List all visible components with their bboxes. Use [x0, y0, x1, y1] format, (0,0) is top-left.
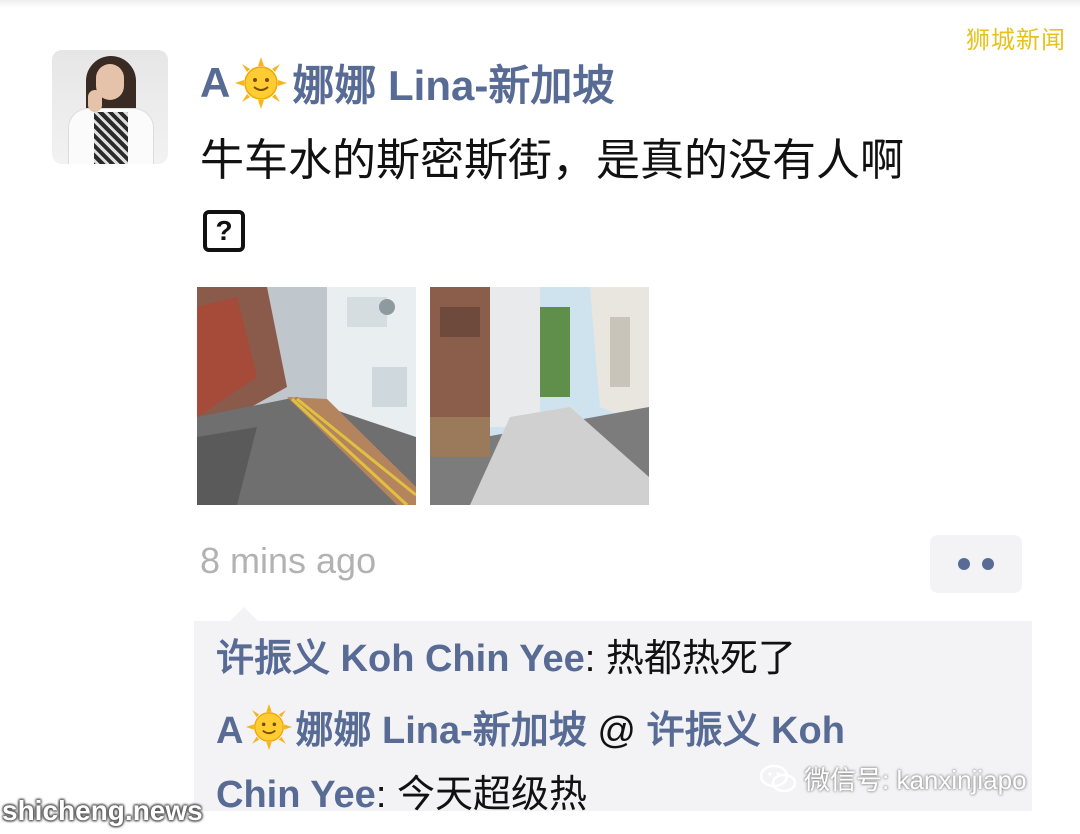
comment-separator: :	[584, 638, 606, 680]
comment-author-link[interactable]: 许振义 Koh Chin Yee	[216, 638, 585, 680]
comment-author-prefix: A	[216, 710, 244, 752]
avatar-hand	[88, 90, 102, 112]
comment-item[interactable]: 许振义 Koh Chin Yee: 热都热死了	[216, 627, 1016, 691]
watermark-wechat: 微信号: kanxinjiapo	[760, 760, 1027, 797]
street-photo-1-image	[197, 287, 416, 505]
author-name-prefix: A	[200, 58, 231, 106]
comment-author-link[interactable]: A 娜娜 Lina-新加坡	[216, 703, 587, 752]
avatar-dress	[94, 112, 128, 164]
wechat-icon	[760, 764, 796, 792]
post-content: 牛车水的斯密斯街，是真的没有人啊	[200, 136, 904, 185]
top-divider	[0, 0, 1080, 8]
author-name-suffix: 娜娜 Lina-新加坡	[292, 62, 615, 109]
post-timestamp: 8 mins ago	[200, 540, 377, 581]
street-photo-2-image	[430, 287, 649, 505]
reply-marker: @	[586, 710, 647, 752]
author-avatar[interactable]	[52, 50, 168, 164]
more-dots-icon	[958, 558, 970, 570]
wechat-id-text: 微信号: kanxinjiapo	[804, 765, 1027, 795]
post-photo-2[interactable]	[430, 287, 649, 505]
comment-text: 今天超级热	[396, 774, 587, 816]
post-photo-1[interactable]	[197, 287, 416, 505]
sun-emoji-icon	[246, 703, 293, 751]
reply-to-link[interactable]: 许振义 Koh	[646, 710, 844, 752]
more-dots-icon	[982, 558, 994, 570]
watermark-bottom-left: shicheng.news	[2, 795, 203, 826]
question-emoji-icon: ?	[203, 210, 245, 252]
sun-emoji-icon	[235, 56, 288, 109]
watermark-top-right: 狮城新闻	[966, 27, 1066, 54]
author-name-link[interactable]: A 娜娜 Lina-新加坡	[200, 52, 614, 113]
comment-separator: :	[375, 774, 397, 816]
comment-text: 热都热死了	[605, 638, 796, 680]
more-actions-button[interactable]	[930, 535, 1022, 593]
comment-author-suffix: 娜娜 Lina-新加坡	[295, 710, 587, 752]
reply-to-link-cont[interactable]: Chin Yee	[216, 774, 376, 816]
